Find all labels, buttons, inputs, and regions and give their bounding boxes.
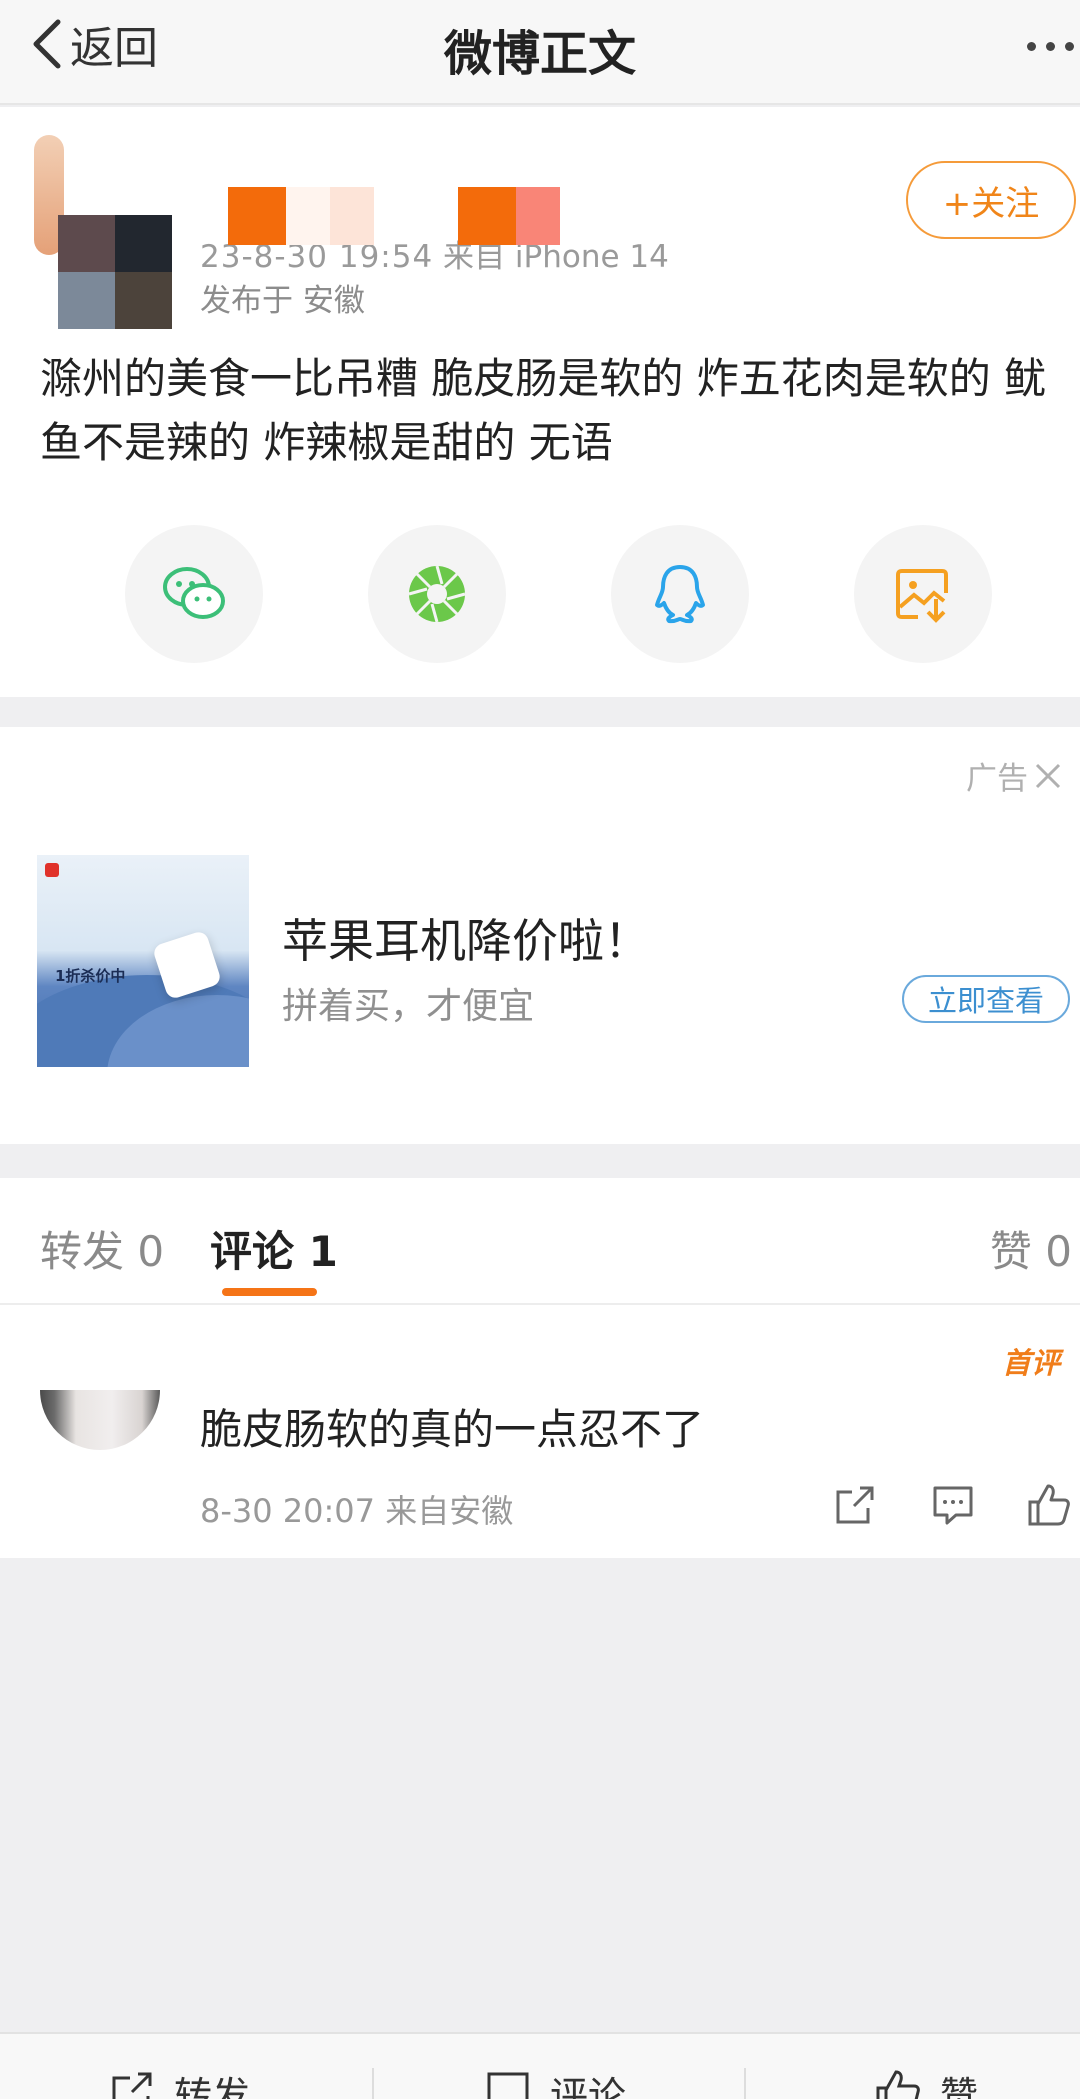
- share-icon: [836, 1486, 874, 1524]
- post-location: 发布于 安徽: [200, 283, 365, 319]
- divider: [744, 2068, 746, 2099]
- avatar[interactable]: [34, 135, 174, 329]
- share-qq-button[interactable]: [611, 525, 749, 663]
- comment-icon: [933, 1486, 973, 1525]
- repost-button[interactable]: 转发: [108, 2072, 250, 2099]
- wechat-icon: [163, 567, 225, 619]
- comments-panel: 转发 0 评论 1 赞 0 首评 脆皮肠软的真的一点忍不了 8-30 20:07…: [0, 1178, 1080, 1558]
- close-icon[interactable]: [1034, 762, 1062, 790]
- repost-label: 转发: [174, 2073, 251, 2099]
- comment-meta: 8-30 20:07 来自安徽: [200, 1486, 513, 1532]
- comment-share-button[interactable]: [832, 1482, 878, 1528]
- post-card: 23-8-30 19:54 来自 iPhone 14 发布于 安徽 +关注 滁州…: [0, 107, 1080, 697]
- more-dot-icon: [1046, 41, 1055, 51]
- page-title: 微博正文: [443, 26, 636, 82]
- commenter-avatar[interactable]: [40, 1390, 160, 1450]
- follow-button[interactable]: +关注: [906, 161, 1076, 239]
- save-image-button[interactable]: [854, 525, 992, 663]
- ad-label: 广告: [966, 761, 1028, 797]
- comment-like-button[interactable]: [1026, 1482, 1072, 1528]
- more-dot-icon: [1027, 41, 1036, 51]
- ad-subtitle: 拼着买，才便宜: [282, 986, 535, 1027]
- moments-icon: [408, 565, 466, 623]
- qq-icon: [655, 565, 705, 624]
- comment-time: 8-30 20:07: [200, 1492, 376, 1530]
- ad-tag[interactable]: 广告: [966, 753, 1062, 798]
- like-button[interactable]: 赞: [874, 2070, 978, 2099]
- more-dot-icon: [1065, 41, 1074, 51]
- bottom-action-bar: 转发 评论 赞: [0, 2032, 1080, 2099]
- ad-title: 苹果耳机降价啦！: [282, 914, 650, 968]
- share-row: [125, 525, 995, 665]
- like-label: 赞: [940, 2073, 979, 2099]
- ad-image-promo: 1折杀价中: [55, 967, 126, 985]
- avatar-pixelated: [58, 215, 172, 329]
- divider: [372, 2068, 374, 2099]
- tab-repost[interactable]: 转发 0: [40, 1218, 164, 1279]
- first-comment-badge: 首评: [1002, 1346, 1061, 1380]
- share-wechat-button[interactable]: [125, 525, 263, 663]
- share-moments-button[interactable]: [368, 525, 506, 663]
- thumbs-up-icon: [1028, 1484, 1070, 1526]
- comment-label: 评论: [550, 2073, 627, 2099]
- ad-view-button[interactable]: 立即查看: [902, 975, 1070, 1023]
- tab-comments[interactable]: 评论 1: [210, 1218, 338, 1279]
- comment-button[interactable]: 评论: [484, 2072, 626, 2099]
- more-button[interactable]: [1000, 26, 1080, 66]
- comment-text: 脆皮肠软的真的一点忍不了: [200, 1405, 705, 1454]
- repost-icon: [112, 2072, 152, 2099]
- nav-bar: 返回 微博正文: [0, 0, 1080, 105]
- tab-likes[interactable]: 赞 0: [990, 1218, 1072, 1279]
- active-tab-indicator: [222, 1288, 317, 1296]
- username-redacted[interactable]: [228, 187, 588, 245]
- comment-icon: [487, 2072, 529, 2099]
- ad-app-badge-icon: [45, 863, 59, 877]
- thumbs-up-icon: [876, 2070, 920, 2099]
- post-text: 滁州的美食一比吊糟 脆皮肠是软的 炸五花肉是软的 鱿鱼不是辣的 炸辣椒是甜的 无…: [40, 354, 1047, 467]
- comment-reply-button[interactable]: [930, 1482, 976, 1528]
- ad-card[interactable]: 广告 1折杀价中 苹果耳机降价啦！ 拼着买，才便宜 立即查看: [0, 727, 1080, 1144]
- comment-source: 来自安徽: [385, 1492, 514, 1530]
- save-image-icon: [896, 569, 948, 623]
- comment-tabs: 转发 0 评论 1 赞 0: [0, 1178, 1080, 1305]
- ad-image[interactable]: 1折杀价中: [37, 855, 249, 1067]
